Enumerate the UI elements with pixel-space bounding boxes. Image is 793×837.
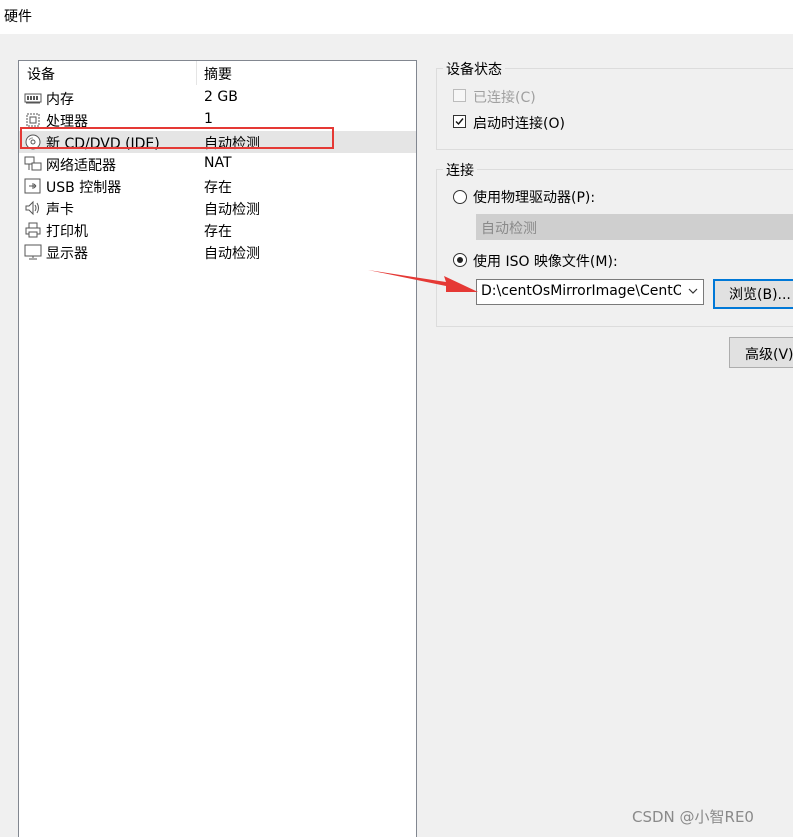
checkmark-icon: [455, 118, 464, 126]
chevron-down-icon[interactable]: [687, 285, 699, 301]
device-summary: 自动检测: [204, 136, 260, 152]
device-row-display[interactable]: 显示器 自动检测: [19, 241, 416, 263]
physical-drive-select[interactable]: 自动检测: [476, 214, 793, 240]
device-list[interactable]: 设备 摘要 内存 2 GB 处理器 1 新 CD/DVD (IDE) 自动检测 …: [18, 60, 417, 837]
device-status-group: [436, 68, 793, 150]
device-name: 显示器: [46, 246, 88, 262]
usb-icon: [24, 178, 42, 194]
title-bar: 硬件: [0, 0, 793, 34]
display-icon: [24, 244, 42, 260]
browse-button[interactable]: 浏览(B)...: [713, 279, 793, 309]
device-summary: 2 GB: [204, 89, 238, 105]
device-row-printer[interactable]: 打印机 存在: [19, 219, 416, 241]
device-summary: 自动检测: [204, 246, 260, 262]
device-name: USB 控制器: [46, 180, 122, 196]
physical-drive-radio[interactable]: [453, 190, 467, 204]
connect-at-power-on-checkbox[interactable]: [453, 115, 466, 128]
column-header-summary[interactable]: 摘要: [204, 64, 232, 84]
device-row-sound-card[interactable]: 声卡 自动检测: [19, 197, 416, 219]
device-row-processor[interactable]: 处理器 1: [19, 109, 416, 131]
device-name: 网络适配器: [46, 158, 116, 174]
device-status-label: 设备状态: [443, 59, 505, 79]
device-list-header: 设备 摘要: [19, 61, 416, 85]
connected-checkbox[interactable]: [453, 89, 466, 102]
device-summary: 1: [204, 111, 213, 127]
page-title: 硬件: [4, 9, 32, 25]
browse-button-label: 浏览(B)...: [729, 287, 791, 303]
sound-card-icon: [24, 200, 42, 216]
watermark: CSDN @小智RE0: [632, 808, 754, 826]
device-name: 处理器: [46, 114, 88, 130]
device-summary: 自动检测: [204, 202, 260, 218]
column-header-device[interactable]: 设备: [27, 64, 55, 84]
physical-drive-label: 使用物理驱动器(P):: [473, 190, 596, 206]
column-separator[interactable]: [196, 61, 197, 85]
physical-drive-value: 自动检测: [481, 221, 537, 237]
annotation-arrow-icon: [368, 270, 478, 292]
network-adapter-icon: [24, 156, 42, 172]
device-name: 内存: [46, 92, 74, 108]
device-row-cd-dvd[interactable]: 新 CD/DVD (IDE) 自动检测: [19, 131, 416, 153]
connect-at-power-on-label: 启动时连接(O): [473, 116, 565, 132]
iso-image-label: 使用 ISO 映像文件(M):: [473, 254, 618, 270]
memory-icon: [24, 90, 42, 106]
device-row-usb-controller[interactable]: USB 控制器 存在: [19, 175, 416, 197]
device-row-memory[interactable]: 内存 2 GB: [19, 87, 416, 109]
device-summary: 存在: [204, 180, 232, 196]
cd-dvd-icon: [24, 134, 42, 150]
device-summary: NAT: [204, 155, 232, 171]
connection-label: 连接: [443, 160, 477, 180]
advanced-button[interactable]: 高级(V): [729, 337, 793, 368]
device-name: 打印机: [46, 224, 88, 240]
iso-path-value: D:\centOsMirrorImage\CentOS: [481, 283, 681, 299]
device-summary: 存在: [204, 224, 232, 240]
connected-label: 已连接(C): [473, 90, 536, 106]
processor-icon: [24, 112, 42, 128]
device-row-network-adapter[interactable]: 网络适配器 NAT: [19, 153, 416, 175]
iso-path-combobox[interactable]: D:\centOsMirrorImage\CentOS: [476, 279, 704, 305]
printer-icon: [24, 222, 42, 238]
advanced-button-label: 高级(V): [745, 347, 793, 363]
device-name: 新 CD/DVD (IDE): [46, 136, 160, 152]
device-name: 声卡: [46, 202, 74, 218]
